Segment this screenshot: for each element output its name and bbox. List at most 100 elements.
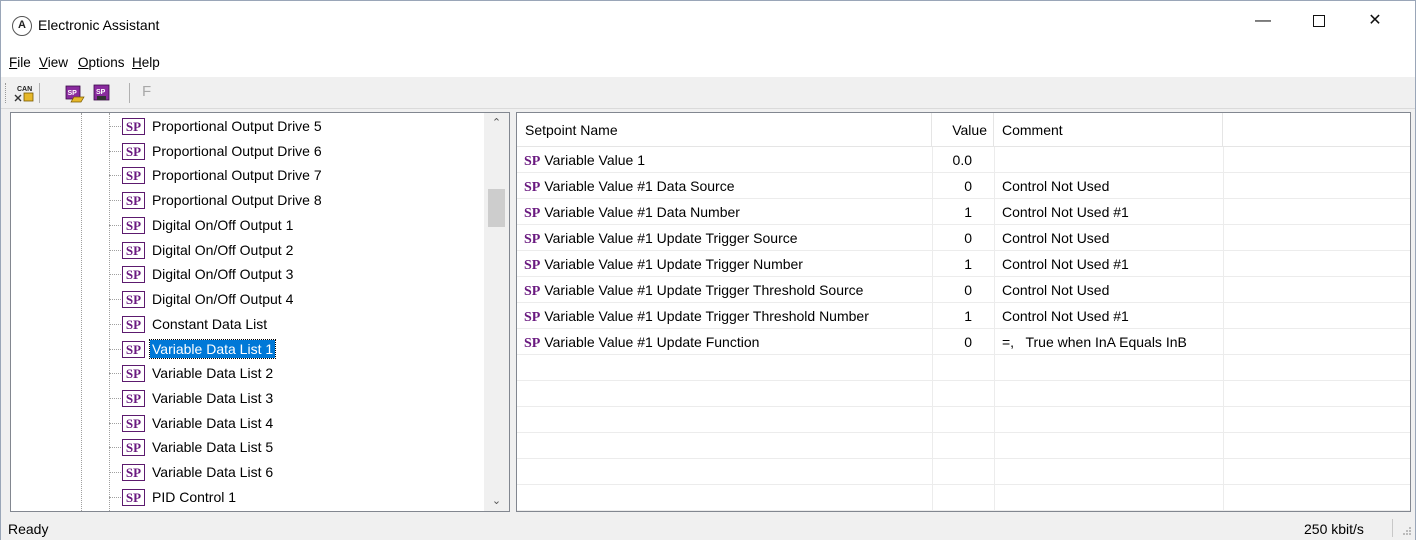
close-button[interactable]: ✕	[1352, 1, 1398, 41]
sp-icon: SP	[524, 310, 541, 325]
setpoint-comment: Control Not Used #1	[1002, 256, 1129, 272]
setpoint-name: Variable Value 1	[544, 152, 646, 168]
setpoint-name: Variable Value #1 Update Trigger Thresho…	[544, 308, 869, 324]
tree-item-variable-data-list-6[interactable]: SP Variable Data List 6	[109, 461, 489, 483]
can-icon: CAN	[14, 86, 34, 102]
toolbar-grip[interactable]	[5, 83, 8, 103]
sp-icon: SP	[122, 415, 145, 432]
setpoint-comment: Control Not Used	[1002, 178, 1110, 194]
empty-row	[517, 433, 1410, 459]
save-setpoint-file-button[interactable]: SP	[91, 83, 113, 103]
setpoint-value: 1	[964, 256, 972, 272]
sp-icon: SP	[122, 341, 145, 358]
tree-item-proportional-output-drive-7[interactable]: SP Proportional Output Drive 7	[109, 164, 489, 186]
setpoint-value: 0.0	[952, 152, 972, 168]
sp-icon: SP	[122, 316, 145, 333]
sp-icon: SP	[122, 390, 145, 407]
tree-item-variable-data-list-4[interactable]: SP Variable Data List 4	[109, 412, 489, 434]
toolbar: CAN SP SP F	[1, 77, 1415, 109]
table-row[interactable]: SP Variable Value #1 Update Trigger Sourc…	[517, 225, 1410, 251]
setpoint-name: Variable Value #1 Update Trigger Source	[544, 230, 798, 246]
menu-file[interactable]: File	[9, 55, 31, 70]
table-row[interactable]: SP Variable Value 1 0.0	[517, 147, 1410, 173]
tree-item-digital-on-off-output-4[interactable]: SP Digital On/Off Output 4	[109, 288, 489, 310]
tree-item-digital-on-off-output-2[interactable]: SP Digital On/Off Output 2	[109, 239, 489, 261]
menu-bar: File View Options Help	[1, 51, 1415, 77]
minimize-button[interactable]: —	[1240, 1, 1286, 41]
toolbar-separator	[39, 83, 40, 103]
setpoint-comment: Control Not Used	[1002, 282, 1110, 298]
empty-row	[517, 459, 1410, 485]
tree-item-digital-on-off-output-1[interactable]: SP Digital On/Off Output 1	[109, 214, 489, 236]
menu-options[interactable]: Options	[78, 55, 125, 70]
setpoint-group-tree[interactable]: SP Proportional Output Drive 5 SP Proporti…	[10, 112, 510, 512]
table-row[interactable]: SP Variable Value #1 Update Trigger Numbe…	[517, 251, 1410, 277]
tree-item-variable-data-list-3[interactable]: SP Variable Data List 3	[109, 387, 489, 409]
status-divider	[1392, 519, 1393, 537]
sp-icon: SP	[524, 258, 541, 273]
resize-grip-icon[interactable]	[1401, 525, 1411, 535]
svg-text:SP: SP	[96, 89, 106, 96]
panel-splitter[interactable]	[511, 112, 515, 512]
svg-text:CAN: CAN	[17, 86, 32, 93]
tree-item-variable-data-list-2[interactable]: SP Variable Data List 2	[109, 362, 489, 384]
sp-icon: SP	[524, 180, 541, 195]
column-header-setpoint-name[interactable]: Setpoint Name	[517, 113, 932, 147]
sp-icon: SP	[524, 284, 541, 299]
tree-item-variable-data-list-1[interactable]: SP Variable Data List 1	[109, 338, 489, 360]
table-row[interactable]: SP Variable Value #1 Update Trigger Thres…	[517, 277, 1410, 303]
sp-icon: SP	[524, 206, 541, 221]
setpoint-value: 0	[964, 178, 972, 194]
sp-icon: SP	[122, 266, 145, 283]
tree-item-digital-on-off-output-3[interactable]: SP Digital On/Off Output 3	[109, 263, 489, 285]
scrollbar-thumb[interactable]	[488, 189, 505, 227]
setpoint-comment	[1002, 147, 1223, 173]
table-row[interactable]: SP Variable Value #1 Data Number 1 Contro…	[517, 199, 1410, 225]
setpoint-comment: Control Not Used #1	[1002, 204, 1129, 220]
table-row[interactable]: SP Variable Value #1 Data Source 0 Contro…	[517, 173, 1410, 199]
sp-icon: SP	[524, 154, 541, 169]
scroll-up-arrow-icon[interactable]: ⌃	[484, 113, 509, 133]
app-window: A Electronic Assistant — ✕ File View Opt…	[0, 0, 1416, 540]
sp-icon: SP	[122, 217, 145, 234]
tree-guide-line	[81, 113, 82, 511]
svg-text:SP: SP	[68, 90, 78, 97]
table-row[interactable]: SP Variable Value #1 Update Trigger Thres…	[517, 303, 1410, 329]
scroll-down-arrow-icon[interactable]: ⌄	[484, 491, 509, 511]
sp-icon: SP	[122, 118, 145, 135]
tree-item-proportional-output-drive-6[interactable]: SP Proportional Output Drive 6	[109, 140, 489, 162]
status-text: Ready	[8, 521, 49, 537]
title-bar: A Electronic Assistant — ✕	[1, 1, 1415, 51]
sp-icon: SP	[524, 336, 541, 351]
setpoint-value: 1	[964, 308, 972, 324]
menu-help[interactable]: Help	[132, 55, 160, 70]
menu-view[interactable]: View	[39, 55, 68, 70]
maximize-button[interactable]	[1296, 1, 1342, 41]
tree-item-pid-control-1[interactable]: SP PID Control 1	[109, 486, 489, 508]
setpoint-value: 0	[964, 230, 972, 246]
column-header-comment[interactable]: Comment	[994, 113, 1223, 147]
can-connect-button[interactable]: CAN	[13, 83, 35, 103]
tree-item-proportional-output-drive-5[interactable]: SP Proportional Output Drive 5	[109, 115, 489, 137]
table-row[interactable]: SP Variable Value #1 Update Function 0 =,…	[517, 329, 1410, 355]
sp-icon: SP	[122, 143, 145, 160]
tree-item-proportional-output-drive-8[interactable]: SP Proportional Output Drive 8	[109, 189, 489, 211]
sp-save-icon: SP	[93, 84, 110, 101]
tree-item-variable-data-list-5[interactable]: SP Variable Data List 5	[109, 436, 489, 458]
tree-vertical-scrollbar[interactable]: ⌃ ⌄	[484, 113, 509, 511]
empty-row	[517, 485, 1410, 511]
status-bar: Ready 250 kbit/s	[1, 515, 1415, 540]
flash-button[interactable]: F	[142, 83, 151, 100]
setpoint-list[interactable]: Setpoint Name Value Comment SP Variable V…	[516, 112, 1411, 512]
setpoint-name: Variable Value #1 Update Trigger Thresho…	[544, 282, 864, 298]
column-header-value[interactable]: Value	[932, 113, 994, 147]
setpoint-name: Variable Value #1 Data Number	[544, 204, 740, 220]
open-setpoint-file-button[interactable]: SP	[64, 83, 86, 103]
sp-icon: SP	[122, 192, 145, 209]
sp-icon: SP	[122, 464, 145, 481]
sp-icon: SP	[122, 489, 145, 506]
setpoint-name: Variable Value #1 Data Source	[544, 178, 735, 194]
setpoint-comment: Control Not Used #1	[1002, 308, 1129, 324]
column-header-empty[interactable]	[1223, 113, 1410, 147]
tree-item-constant-data-list[interactable]: SP Constant Data List	[109, 313, 489, 335]
